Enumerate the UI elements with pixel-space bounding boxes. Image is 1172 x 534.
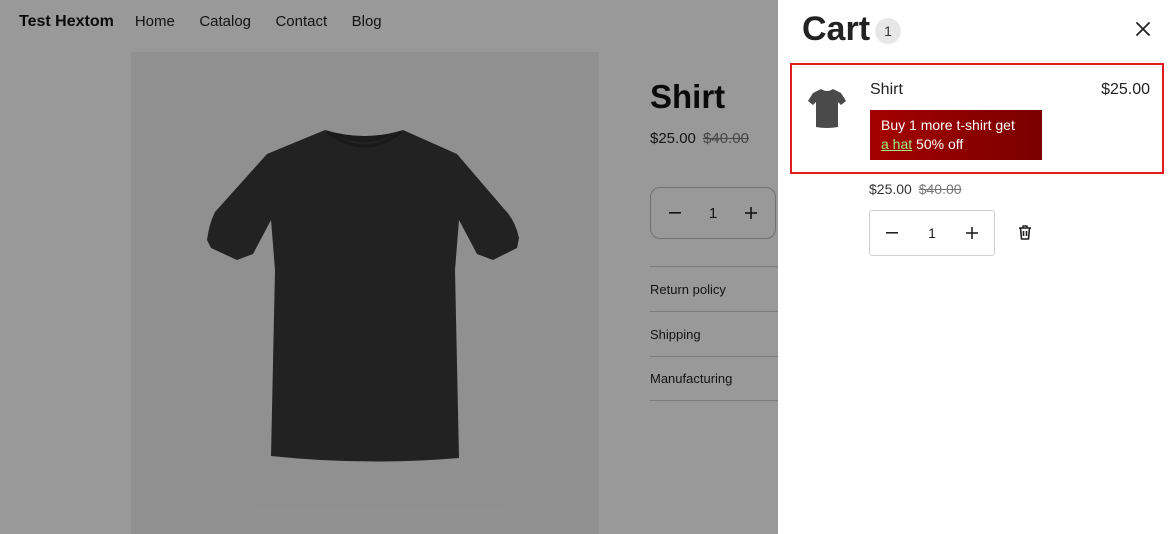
cart-item-name[interactable]: Shirt	[870, 81, 903, 99]
cart-drawer: Cart 1 Shirt $25.00 Buy 1 more t-shirt g…	[778, 0, 1172, 534]
close-cart-button[interactable]	[1134, 20, 1152, 38]
cart-item-highlighted: Shirt $25.00 Buy 1 more t-shirt get a ha…	[790, 63, 1164, 174]
trash-icon	[1019, 225, 1031, 240]
cart-qty-decrease-button[interactable]	[884, 225, 900, 241]
promo-link-hat[interactable]: a hat	[881, 136, 912, 152]
cart-title: Cart	[802, 10, 871, 48]
upsell-promo-banner: Buy 1 more t-shirt get a hat 50% off	[870, 110, 1042, 160]
cart-item-compare-price: $40.00	[918, 181, 962, 197]
cart-item-price: $25.00 $40.00	[869, 181, 962, 197]
promo-text-prefix: Buy 1 more t-shirt get	[881, 117, 1015, 133]
promo-text-suffix: 50% off	[916, 136, 964, 152]
cart-item-thumbnail[interactable]	[807, 85, 847, 131]
cart-item-line-total: $25.00	[1101, 81, 1150, 98]
cart-count-badge: 1	[875, 18, 901, 44]
minus-icon	[886, 232, 898, 234]
close-icon	[1136, 22, 1150, 36]
remove-item-button[interactable]	[1017, 224, 1033, 241]
cart-quantity-stepper: 1	[869, 210, 995, 256]
cart-qty-increase-button[interactable]	[964, 225, 980, 241]
cart-qty-value[interactable]: 1	[928, 225, 936, 241]
cart-item-sale-price: $25.00	[869, 181, 912, 197]
plus-icon	[965, 227, 978, 239]
